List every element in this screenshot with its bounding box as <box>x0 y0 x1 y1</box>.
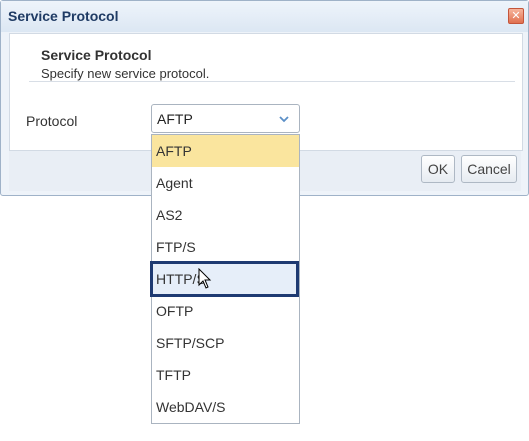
dropdown-option-label: FTP/S <box>156 239 196 255</box>
dropdown-option-label: Agent <box>156 175 193 191</box>
dropdown-option[interactable]: OFTP <box>152 295 299 327</box>
mouse-cursor-icon <box>198 268 212 289</box>
protocol-select-value: AFTP <box>157 111 193 127</box>
ok-button[interactable]: OK <box>421 155 455 183</box>
dialog-title: Service Protocol <box>8 8 119 24</box>
dropdown-option[interactable]: TFTP <box>152 359 299 391</box>
dropdown-option[interactable]: AS2 <box>152 199 299 231</box>
chevron-down-icon[interactable] <box>277 112 291 126</box>
protocol-select[interactable]: AFTP <box>151 104 300 133</box>
dropdown-option-label: TFTP <box>156 367 191 383</box>
close-icon[interactable]: ✕ <box>508 8 524 24</box>
protocol-label: Protocol <box>26 113 78 129</box>
cancel-button[interactable]: Cancel <box>461 155 517 183</box>
dialog-titlebar[interactable]: Service Protocol ✕ <box>1 1 528 32</box>
dropdown-option[interactable]: FTP/S <box>152 231 299 263</box>
header-divider <box>29 81 515 82</box>
dropdown-option-label: OFTP <box>156 303 194 319</box>
dropdown-option-label: AFTP <box>156 143 192 159</box>
dropdown-option[interactable]: HTTP/S <box>150 261 299 297</box>
dropdown-option[interactable]: Agent <box>152 167 299 199</box>
dropdown-option-label: WebDAV/S <box>156 399 226 415</box>
header-subtitle: Specify new service protocol. <box>41 66 210 81</box>
protocol-dropdown-list: AFTP Agent AS2 FTP/S HTTP/S OFTP SFTP/SCP TFTP W… <box>150 134 300 424</box>
header-title: Service Protocol <box>41 47 152 63</box>
dropdown-option-label: SFTP/SCP <box>156 335 225 351</box>
dropdown-option-label: AS2 <box>156 207 183 223</box>
dropdown-option[interactable]: AFTP <box>152 135 299 167</box>
dropdown-option[interactable]: SFTP/SCP <box>152 327 299 359</box>
dropdown-option[interactable]: WebDAV/S <box>152 391 299 423</box>
